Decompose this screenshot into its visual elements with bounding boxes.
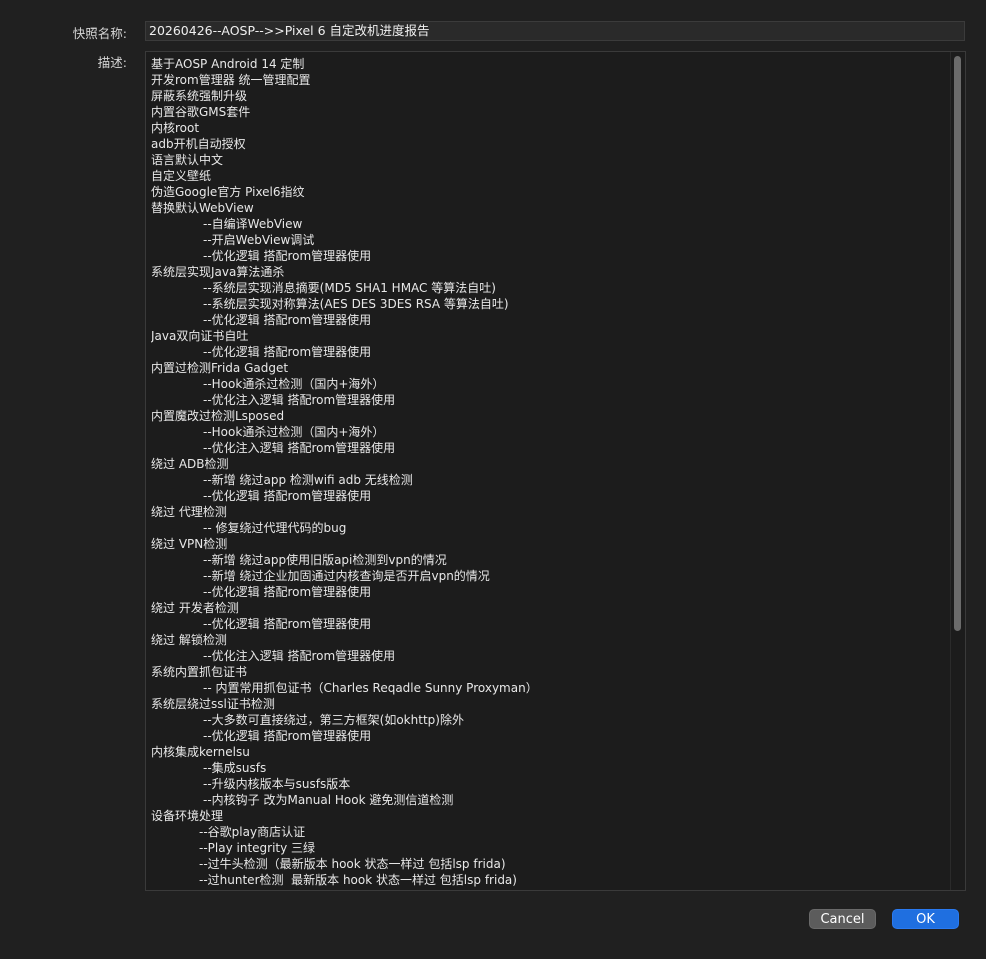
description-line: 绕过 ADB检测: [151, 457, 229, 471]
description-line: 内核集成kernelsu: [151, 745, 250, 759]
description-line: --Hook通杀过检测（国内+海外）: [203, 377, 385, 391]
description-line: --优化注入逻辑 搭配rom管理器使用: [203, 441, 396, 455]
description-line: --Play integrity 三绿: [199, 841, 316, 855]
description-line: 基于AOSP Android 14 定制: [151, 57, 305, 71]
description-line: 屏蔽系统强制升级: [151, 89, 248, 103]
ok-button[interactable]: OK: [892, 909, 959, 929]
description-line: --新增 绕过app使用旧版api检测到vpn的情况: [203, 553, 447, 567]
scrollbar-thumb[interactable]: [954, 56, 961, 631]
description-line: -- 修复绕过代理代码的bug: [203, 521, 347, 535]
description-line: --优化逻辑 搭配rom管理器使用: [203, 249, 372, 263]
description-line: --过牛头检测（最新版本 hook 状态一样过 包括lsp frida): [199, 857, 506, 871]
description-line: --优化注入逻辑 搭配rom管理器使用: [203, 649, 396, 663]
description-line: --自编译WebView: [203, 217, 303, 231]
description-line: 设备环境处理: [151, 809, 224, 823]
description-line: --优化逻辑 搭配rom管理器使用: [203, 489, 372, 503]
snapshot-dialog: 快照名称: 20260426--AOSP-->>Pixel 6 自定改机进度报告…: [0, 0, 986, 959]
description-line: --谷歌play商店认证: [199, 825, 306, 839]
description-line: 语言默认中文: [151, 153, 224, 167]
description-line: --优化逻辑 搭配rom管理器使用: [203, 729, 372, 743]
description-line: 绕过 VPN检测: [151, 537, 228, 551]
description-line: Java双向证书自吐: [151, 329, 249, 343]
description-line: --优化逻辑 搭配rom管理器使用: [203, 313, 372, 327]
description-line: --集成susfs: [203, 761, 267, 775]
description-line: 系统层绕过ssl证书检测: [151, 697, 275, 711]
description-content[interactable]: 基于AOSP Android 14 定制 开发rom管理器 统一管理配置 屏蔽系统强…: [151, 56, 947, 890]
description-line: --新增 绕过企业加固通过内核查询是否开启vpn的情况: [203, 569, 490, 583]
snapshot-name-label: 快照名称:: [72, 26, 127, 41]
description-label: 描述:: [97, 55, 127, 70]
description-line: --开启WebView调试: [203, 233, 315, 247]
description-line: adb开机自动授权: [151, 137, 246, 151]
description-line: 绕过 代理检测: [151, 505, 227, 519]
description-line: --优化逻辑 搭配rom管理器使用: [203, 345, 372, 359]
description-line: --系统层实现对称算法(AES DES 3DES RSA 等算法自吐): [203, 297, 509, 311]
description-line: 系统层实现Java算法通杀: [151, 265, 285, 279]
description-line: --大多数可直接绕过，第三方框架(如okhttp)除外: [203, 713, 464, 727]
cancel-button[interactable]: Cancel: [809, 909, 876, 929]
description-line: 绕过 解锁检测: [151, 633, 227, 647]
description-line: --优化注入逻辑 搭配rom管理器使用: [203, 393, 396, 407]
description-line: --新增 绕过app 检测wifi adb 无线检测: [203, 473, 413, 487]
description-line: -- 内置常用抓包证书（Charles Reqadle Sunny Proxym…: [203, 681, 538, 695]
description-line: 内置谷歌GMS套件: [151, 105, 251, 119]
description-line: --内核钩子 改为Manual Hook 避免测信道检测: [203, 793, 454, 807]
description-line: 自定义壁纸: [151, 169, 212, 183]
description-line: --系统层实现消息摘要(MD5 SHA1 HMAC 等算法自吐): [203, 281, 496, 295]
description-line: 开发rom管理器 统一管理配置: [151, 73, 311, 87]
description-line: --过hunter检测 最新版本 hook 状态一样过 包括lsp frida): [199, 873, 517, 887]
description-line: 内置魔改过检测Lsposed: [151, 409, 285, 423]
description-line: 内核root: [151, 121, 200, 135]
description-line: --Hook通杀过检测（国内+海外）: [203, 425, 385, 439]
description-line: 替换默认WebView: [151, 201, 254, 215]
description-line: 系统内置抓包证书: [151, 665, 248, 679]
description-line: --升级内核版本与susfs版本: [203, 777, 351, 791]
description-line: 内置过检测Frida Gadget: [151, 361, 289, 375]
description-line: --优化逻辑 搭配rom管理器使用: [203, 617, 372, 631]
description-textarea[interactable]: 基于AOSP Android 14 定制 开发rom管理器 统一管理配置 屏蔽系统强…: [145, 51, 966, 891]
description-line: --优化逻辑 搭配rom管理器使用: [203, 585, 372, 599]
description-line: 绕过 开发者检测: [151, 601, 239, 615]
snapshot-name-input[interactable]: 20260426--AOSP-->>Pixel 6 自定改机进度报告: [145, 21, 965, 41]
description-scrollbar[interactable]: [950, 52, 965, 890]
description-line: 伪造Google官方 Pixel6指纹: [151, 185, 305, 199]
